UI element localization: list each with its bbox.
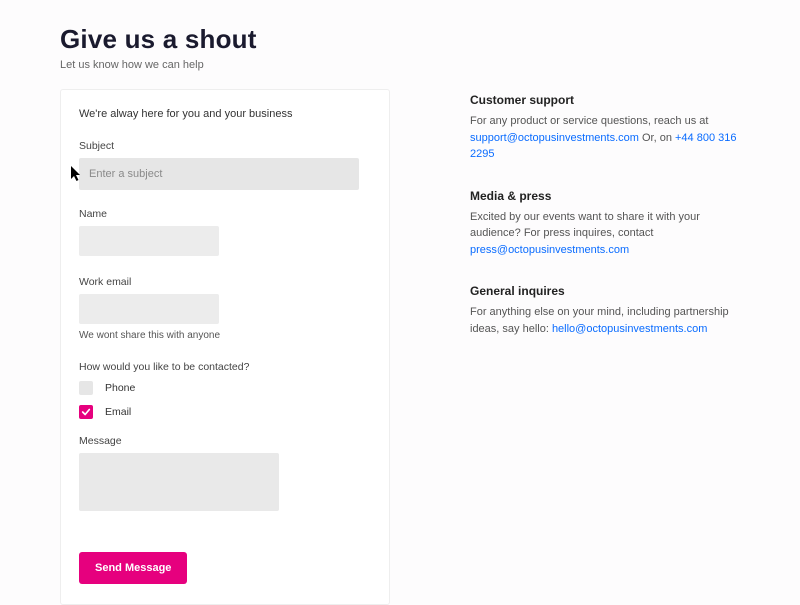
support-email-link[interactable]: support@octopusinvestments.com bbox=[470, 132, 639, 144]
checkbox-phone-label: Phone bbox=[105, 382, 135, 394]
support-text-2: Or, on bbox=[639, 132, 675, 144]
checkbox-checked-icon bbox=[79, 405, 93, 419]
general-email-link[interactable]: hello@octopusinvestments.com bbox=[552, 323, 707, 335]
send-message-button[interactable]: Send Message bbox=[79, 552, 187, 584]
name-input[interactable] bbox=[79, 226, 219, 256]
subject-label: Subject bbox=[79, 140, 371, 152]
contact-form-card: We're alway here for you and your busine… bbox=[60, 89, 390, 605]
checkbox-email-label: Email bbox=[105, 406, 131, 418]
general-block: General inquires For anything else on yo… bbox=[470, 284, 740, 337]
checkbox-phone-row[interactable]: Phone bbox=[79, 381, 371, 395]
support-text-1: For any product or service questions, re… bbox=[470, 115, 708, 127]
page-title: Give us a shout bbox=[60, 24, 740, 55]
general-text: For anything else on your mind, includin… bbox=[470, 304, 740, 337]
page-subtitle: Let us know how we can help bbox=[60, 59, 740, 71]
email-label: Work email bbox=[79, 276, 371, 288]
email-input[interactable] bbox=[79, 294, 219, 324]
contact-method-label: How would you like to be contacted? bbox=[79, 361, 371, 373]
checkbox-email-row[interactable]: Email bbox=[79, 405, 371, 419]
press-email-link[interactable]: press@octopusinvestments.com bbox=[470, 244, 629, 256]
name-label: Name bbox=[79, 208, 371, 220]
email-helper: We wont share this with anyone bbox=[79, 330, 371, 341]
form-intro: We're alway here for you and your busine… bbox=[79, 108, 371, 120]
press-text-body: Excited by our events want to share it w… bbox=[470, 211, 700, 240]
press-text: Excited by our events want to share it w… bbox=[470, 209, 740, 259]
info-column: Customer support For any product or serv… bbox=[470, 89, 740, 605]
support-block: Customer support For any product or serv… bbox=[470, 93, 740, 163]
message-textarea[interactable] bbox=[79, 453, 279, 511]
press-heading: Media & press bbox=[470, 189, 740, 203]
support-text: For any product or service questions, re… bbox=[470, 113, 740, 163]
message-label: Message bbox=[79, 435, 371, 447]
general-heading: General inquires bbox=[470, 284, 740, 298]
support-heading: Customer support bbox=[470, 93, 740, 107]
press-block: Media & press Excited by our events want… bbox=[470, 189, 740, 259]
checkbox-unchecked-icon bbox=[79, 381, 93, 395]
subject-input[interactable] bbox=[79, 158, 359, 190]
